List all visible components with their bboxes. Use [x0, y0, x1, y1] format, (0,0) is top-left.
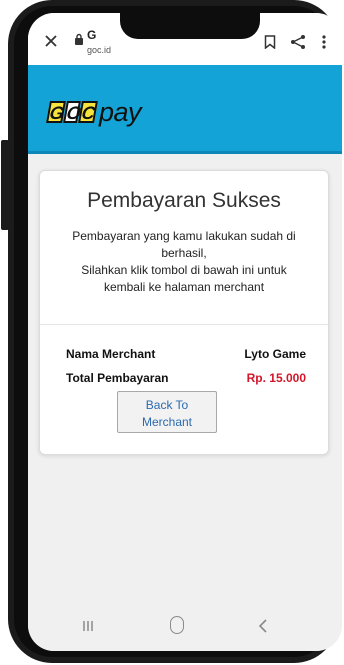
camera-notch	[120, 13, 260, 39]
page-title: G	[87, 28, 97, 42]
merchant-name-value: Lyto Game	[244, 347, 306, 361]
back-icon[interactable]	[258, 618, 268, 634]
divider	[40, 324, 328, 325]
card-title: Pembayaran Sukses	[87, 189, 281, 212]
logo-mark: G O C	[46, 101, 98, 123]
gocpay-logo: G O C pay	[46, 96, 142, 127]
message-line: Pembayaran yang kamu lakukan sudah di	[72, 229, 296, 243]
payment-success-card: Pembayaran Sukses Pembayaran yang kamu l…	[39, 170, 329, 455]
bookmark-icon[interactable]	[264, 35, 276, 49]
button-label-line: Merchant	[141, 414, 193, 429]
total-payment-label: Total Pembayaran	[66, 371, 169, 385]
recent-apps-icon[interactable]	[81, 619, 95, 633]
button-label-line: Back To	[145, 397, 189, 412]
system-nav-bar	[28, 607, 342, 651]
home-icon[interactable]	[170, 616, 184, 634]
logo-letter-c: C	[78, 101, 98, 123]
brand-header: G O C pay	[28, 65, 342, 154]
lock-icon	[75, 33, 83, 45]
phone-volume-button	[1, 140, 9, 230]
logo-word: pay	[99, 96, 142, 127]
message-line: Silahkan klik tombol di bawah ini untuk	[81, 263, 287, 277]
more-vert-icon[interactable]	[322, 35, 326, 49]
merchant-name-label: Nama Merchant	[66, 347, 156, 361]
close-icon[interactable]	[44, 34, 58, 48]
back-to-merchant-button[interactable]: Back To Merchant	[117, 391, 217, 433]
total-payment-value: Rp. 15.000	[246, 371, 306, 385]
phone-screen: G goc.id G O C pay Pembayaran Sukses Pem…	[28, 13, 342, 651]
url-text[interactable]: goc.id	[87, 45, 111, 55]
success-message: Pembayaran yang kamu lakukan sudah di be…	[50, 228, 318, 296]
message-line: berhasil,	[161, 246, 207, 260]
message-line: kembali ke halaman merchant	[103, 280, 265, 294]
share-icon[interactable]	[290, 34, 306, 50]
